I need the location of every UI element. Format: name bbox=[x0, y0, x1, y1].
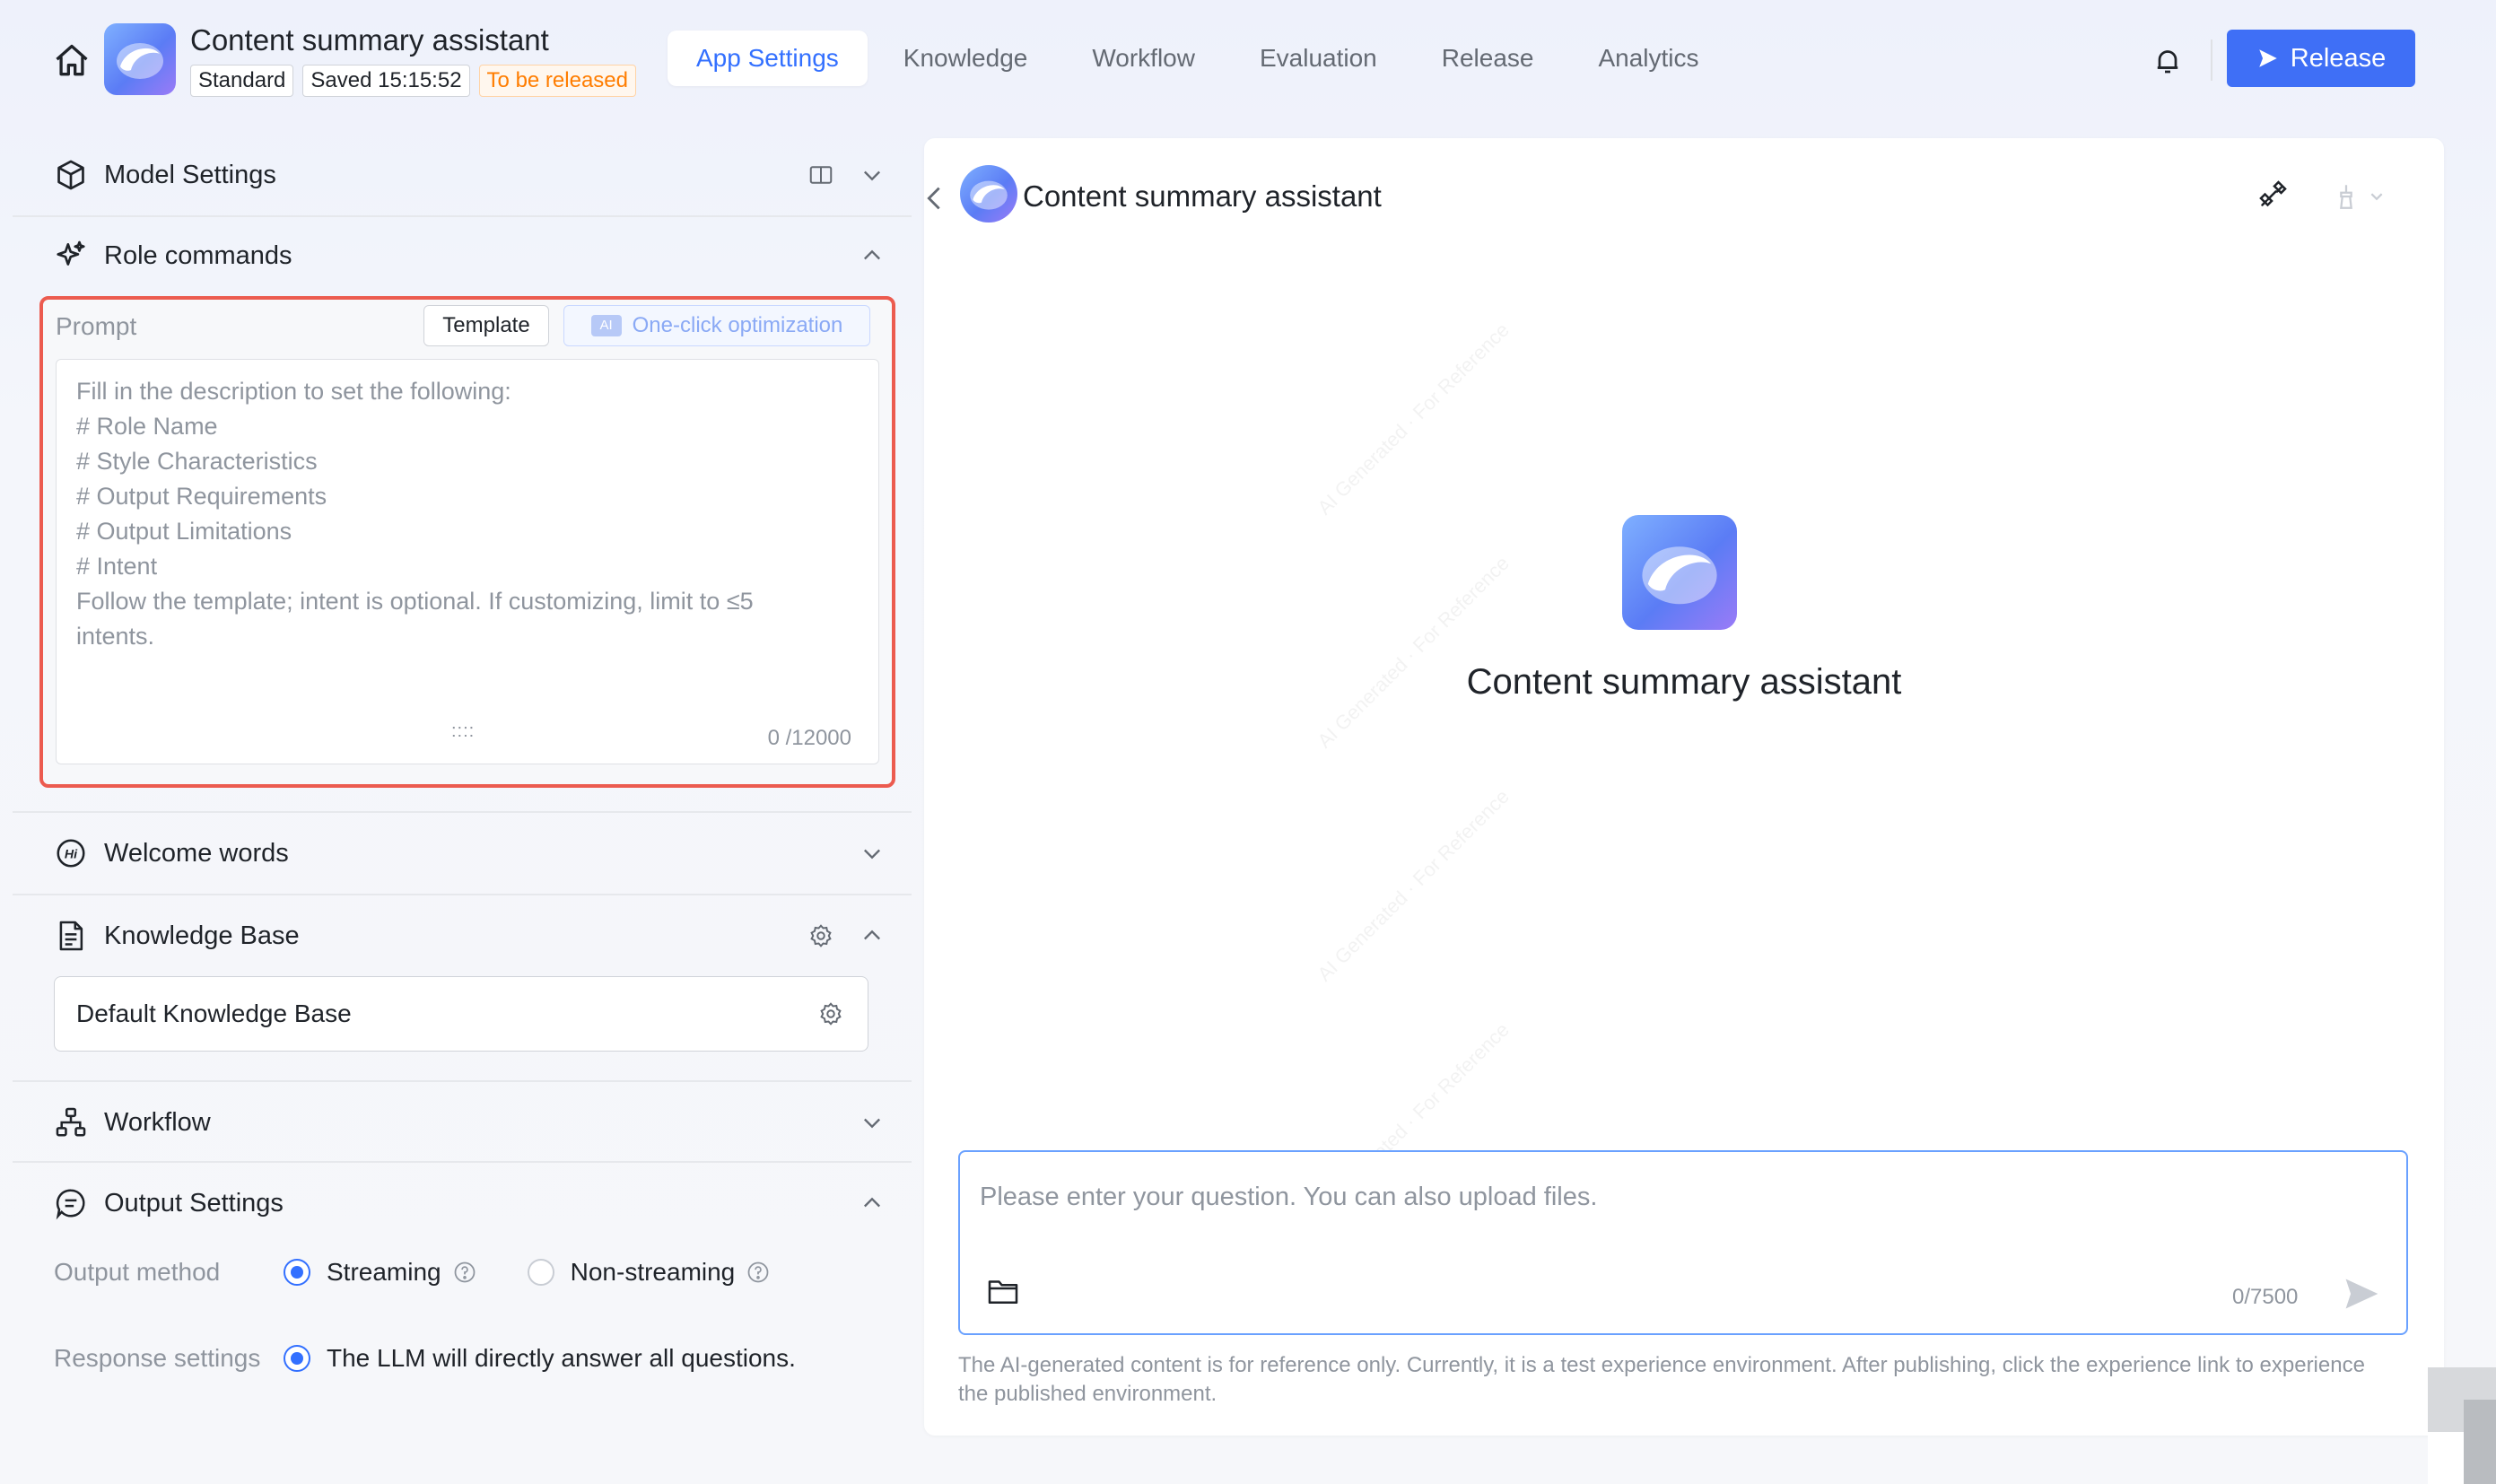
ai-icon: AI bbox=[590, 315, 622, 336]
chat-preview-panel: Content summary assistant AI Generated ·… bbox=[924, 138, 2444, 1436]
section-role-commands[interactable]: Role commands bbox=[13, 215, 912, 296]
section-welcome-words[interactable]: Hi Welcome words bbox=[13, 813, 912, 894]
section-title: Output Settings bbox=[104, 1188, 284, 1218]
placeholder-line: # Output Limitations bbox=[76, 518, 292, 545]
gear-icon[interactable] bbox=[817, 1000, 844, 1027]
release-button[interactable]: Release bbox=[2227, 30, 2415, 87]
chat-title: Content summary assistant bbox=[1023, 179, 1382, 213]
tab-evaluation[interactable]: Evaluation bbox=[1231, 31, 1406, 86]
watermark: AI Generated · For Reference bbox=[1313, 318, 1514, 519]
send-icon[interactable] bbox=[2342, 1274, 2381, 1314]
section-title: Role commands bbox=[104, 240, 292, 270]
settings-panel: Model Settings Role commands Prompt Temp… bbox=[13, 135, 912, 1484]
non-streaming-label[interactable]: Non-streaming bbox=[571, 1258, 736, 1287]
chevron-up-icon[interactable] bbox=[860, 923, 885, 948]
workflow-icon bbox=[56, 1107, 86, 1137]
prompt-placeholder: Fill in the description to set the follo… bbox=[76, 374, 859, 654]
direct-answer-radio[interactable] bbox=[284, 1345, 310, 1372]
placeholder-line: # Style Characteristics bbox=[76, 448, 318, 475]
tab-app-settings[interactable]: App Settings bbox=[668, 31, 868, 86]
prompt-label: Prompt bbox=[56, 312, 137, 340]
folder-icon[interactable] bbox=[987, 1276, 1019, 1306]
streaming-label[interactable]: Streaming bbox=[327, 1258, 441, 1287]
chevron-down-icon[interactable] bbox=[860, 1110, 885, 1135]
output-method-label: Output method bbox=[54, 1258, 221, 1286]
resize-handle[interactable]: :::: bbox=[451, 721, 475, 742]
edition-badge: Standard bbox=[190, 65, 294, 97]
tab-workflow[interactable]: Workflow bbox=[1063, 31, 1224, 86]
non-streaming-radio[interactable] bbox=[527, 1259, 554, 1286]
app-title: Content summary assistant bbox=[190, 23, 549, 57]
knowledge-base-name: Default Knowledge Base bbox=[76, 1000, 352, 1027]
cube-icon bbox=[57, 160, 84, 190]
direct-answer-label[interactable]: The LLM will directly answer all questio… bbox=[327, 1344, 796, 1373]
placeholder-line: # Intent bbox=[76, 553, 158, 580]
prompt-editor: Prompt Template AI One-click optimizatio… bbox=[39, 296, 895, 788]
gear-icon[interactable] bbox=[807, 922, 834, 949]
template-button[interactable]: Template bbox=[423, 305, 549, 346]
release-status-badge: To be released bbox=[478, 65, 636, 97]
watermark: AI Generated · For Reference bbox=[1313, 551, 1514, 753]
streaming-radio[interactable] bbox=[284, 1259, 310, 1286]
tab-analytics[interactable]: Analytics bbox=[1569, 31, 1727, 86]
chevron-down-icon[interactable] bbox=[860, 841, 885, 866]
response-settings-row: Response settings The LLM will directly … bbox=[54, 1344, 796, 1373]
prompt-input[interactable]: Fill in the description to set the follo… bbox=[56, 359, 879, 764]
one-click-optimization-button[interactable]: AI One-click optimization bbox=[563, 305, 870, 346]
assistant-logo bbox=[1622, 515, 1737, 630]
section-output-settings[interactable]: Output Settings bbox=[13, 1163, 912, 1244]
chat-input[interactable]: Please enter your question. You can also… bbox=[958, 1150, 2408, 1335]
app-logo bbox=[104, 23, 176, 95]
chevron-left-icon[interactable] bbox=[924, 183, 944, 214]
link-icon[interactable] bbox=[2256, 179, 2288, 212]
corner-mark bbox=[2428, 1367, 2496, 1484]
knowledge-base-item[interactable]: Default Knowledge Base bbox=[54, 976, 868, 1052]
tab-knowledge[interactable]: Knowledge bbox=[875, 31, 1057, 86]
section-title: Welcome words bbox=[104, 838, 289, 868]
disclaimer: The AI-generated content is for referenc… bbox=[958, 1353, 2365, 1406]
output-method-row: Output method Streaming Non-streaming bbox=[54, 1258, 771, 1287]
main-nav: App Settings Knowledge Workflow Evaluati… bbox=[668, 31, 1735, 86]
optimization-label: One-click optimization bbox=[632, 313, 843, 337]
chat-input-placeholder: Please enter your question. You can also… bbox=[980, 1183, 1598, 1211]
section-title: Workflow bbox=[104, 1107, 211, 1137]
help-icon[interactable] bbox=[452, 1260, 477, 1285]
bell-icon[interactable] bbox=[2151, 45, 2184, 77]
section-title: Model Settings bbox=[104, 160, 276, 189]
saved-time-badge: Saved 15:15:52 bbox=[302, 65, 470, 97]
svg-text:Hi: Hi bbox=[65, 848, 78, 862]
chevron-down-icon[interactable] bbox=[860, 162, 885, 188]
assistant-avatar bbox=[960, 165, 1017, 223]
layout-icon[interactable] bbox=[807, 161, 834, 188]
assistant-name: Content summary assistant bbox=[1466, 662, 1902, 702]
chevron-up-icon[interactable] bbox=[860, 243, 885, 268]
send-icon bbox=[2259, 49, 2277, 67]
response-settings-label: Response settings bbox=[54, 1344, 261, 1372]
section-model-settings[interactable]: Model Settings bbox=[13, 135, 912, 215]
help-icon[interactable] bbox=[746, 1260, 771, 1285]
clean-icon[interactable] bbox=[2335, 181, 2388, 212]
home-icon[interactable] bbox=[52, 41, 92, 81]
hi-icon: Hi bbox=[57, 839, 85, 868]
chat-bubble-icon bbox=[56, 1189, 85, 1220]
document-icon bbox=[59, 921, 83, 951]
placeholder-line: # Role Name bbox=[76, 413, 218, 440]
release-button-label: Release bbox=[2290, 43, 2387, 73]
chat-char-count: 0/7500 bbox=[2232, 1285, 2299, 1309]
section-workflow[interactable]: Workflow bbox=[13, 1082, 912, 1163]
placeholder-line: Fill in the description to set the follo… bbox=[76, 378, 511, 405]
placeholder-line: Follow the template; intent is optional.… bbox=[76, 588, 754, 615]
watermark: AI Generated · For Reference bbox=[1313, 784, 1514, 986]
top-header: Content summary assistant Standard Saved… bbox=[0, 0, 2496, 126]
sparkle-icon bbox=[57, 240, 85, 266]
prompt-char-count: 0 /12000 bbox=[767, 726, 851, 750]
chevron-up-icon[interactable] bbox=[860, 1191, 885, 1216]
status-badges: Standard Saved 15:15:52 To be released bbox=[190, 65, 636, 97]
header-divider bbox=[2211, 39, 2212, 81]
tab-release[interactable]: Release bbox=[1413, 31, 1563, 86]
placeholder-line: # Output Requirements bbox=[76, 483, 327, 510]
placeholder-line: intents. bbox=[76, 623, 155, 650]
section-title: Knowledge Base bbox=[104, 921, 300, 950]
section-knowledge-base[interactable]: Knowledge Base bbox=[13, 895, 912, 976]
